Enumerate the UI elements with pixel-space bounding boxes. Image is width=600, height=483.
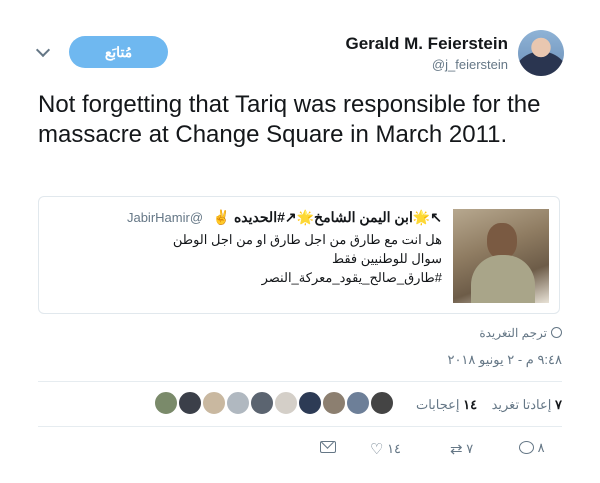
quoted-tweet-name: ↖🌟ابن اليمن الشامخ🌟↗#الحديده ✌ xyxy=(212,209,442,225)
retweet-button[interactable]: ⇄ ٧ xyxy=(450,440,473,458)
display-name[interactable]: Gerald M. Feierstein xyxy=(346,34,509,54)
user-handle[interactable]: @j_feierstein xyxy=(432,57,508,72)
direct-message-button[interactable] xyxy=(320,440,336,455)
like-count: ١٤ xyxy=(387,441,402,456)
reply-button[interactable]: ٨ xyxy=(519,440,545,456)
retweets-label: إعادتا تغريد xyxy=(491,397,552,412)
liker-avatar[interactable] xyxy=(226,391,250,415)
heart-icon: ♡ xyxy=(370,441,384,458)
liker-avatar[interactable] xyxy=(250,391,274,415)
retweet-icon: ⇄ xyxy=(450,441,463,458)
quoted-tweet-handle: @JabirHamir xyxy=(126,210,204,225)
retweets-stat[interactable]: ٧ إعادتا تغريد xyxy=(492,397,562,412)
liker-avatar[interactable] xyxy=(202,391,226,415)
quoted-tweet-line: هل انت مع طارق من اجل طارق او من اجل الو… xyxy=(172,232,442,266)
quoted-tweet-text: هل انت مع طارق من اجل طارق او من اجل الو… xyxy=(142,230,442,287)
likes-stat[interactable]: ١٤ إعجابات xyxy=(416,397,477,412)
liker-avatar[interactable] xyxy=(274,391,298,415)
liker-avatar[interactable] xyxy=(178,391,202,415)
like-button[interactable]: ♡ ١٤ xyxy=(370,440,401,458)
liker-avatar[interactable] xyxy=(298,391,322,415)
retweets-count: ٧ xyxy=(555,397,562,412)
quoted-tweet[interactable]: ↖🌟ابن اليمن الشامخ🌟↗#الحديده ✌ @JabirHam… xyxy=(38,196,560,314)
divider xyxy=(38,381,562,382)
avatar[interactable] xyxy=(518,30,564,76)
liker-avatar[interactable] xyxy=(346,391,370,415)
translate-tweet-link[interactable]: ترجم التغريدة xyxy=(479,326,562,340)
liker-avatar[interactable] xyxy=(322,391,346,415)
chevron-down-icon[interactable] xyxy=(35,42,51,58)
liker-avatars xyxy=(154,391,396,415)
liker-avatar[interactable] xyxy=(154,391,178,415)
direct-message-icon xyxy=(320,441,336,453)
divider xyxy=(38,426,562,427)
globe-icon xyxy=(551,327,562,338)
tweet-card: Gerald M. Feierstein @j_feierstein مُتاب… xyxy=(0,0,600,483)
likes-count: ١٤ xyxy=(463,397,478,412)
following-button[interactable]: مُتابَع xyxy=(69,36,168,68)
tweet-text: Not forgetting that Tariq was responsibl… xyxy=(38,91,541,148)
quoted-tweet-image[interactable] xyxy=(453,209,549,303)
translate-label: ترجم التغريدة xyxy=(479,326,547,340)
quoted-tweet-header: ↖🌟ابن اليمن الشامخ🌟↗#الحديده ✌ @JabirHam… xyxy=(127,209,442,226)
tweet-timestamp[interactable]: ٩:٤٨ م - ٢ يونيو ٢٠١٨ xyxy=(447,352,562,368)
quoted-tweet-hashtag[interactable]: #طارق_صالح_يقود_معركة_النصر xyxy=(142,268,442,287)
reply-icon xyxy=(519,441,534,454)
liker-avatar[interactable] xyxy=(370,391,394,415)
retweet-count: ٧ xyxy=(466,441,474,456)
reply-count: ٨ xyxy=(537,440,545,455)
likes-label: إعجابات xyxy=(415,397,460,412)
tweet-stats: ٧ إعادتا تغريد ١٤ إعجابات xyxy=(416,397,562,413)
